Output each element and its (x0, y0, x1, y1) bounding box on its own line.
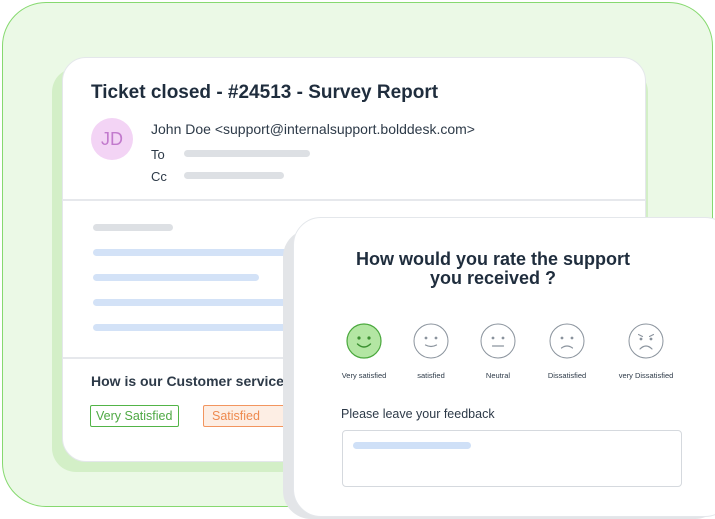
smile-face-icon (413, 323, 449, 359)
feedback-text-placeholder (353, 442, 471, 449)
email-title: Ticket closed - #24513 - Survey Report (91, 82, 439, 103)
sender-address: John Doe <support@internalsupport.boldde… (151, 121, 475, 137)
very-satisfied-option[interactable]: Very Satisfied (90, 405, 179, 427)
body-text-placeholder (93, 274, 259, 281)
survey-question-line2: you received ? (429, 268, 557, 288)
customer-service-question: How is our Customer service ? (91, 373, 297, 389)
rating-label: Dissatisfied (547, 371, 587, 380)
body-text-placeholder (93, 224, 173, 231)
rating-very-satisfied[interactable] (346, 323, 382, 359)
survey-card: How would you rate the support you recei… (293, 217, 715, 517)
rating-very-dissatisfied[interactable] (628, 323, 664, 359)
to-label: To (151, 147, 165, 162)
rating-dissatisfied[interactable] (549, 323, 585, 359)
header-divider (63, 199, 645, 201)
to-recipient-placeholder (184, 150, 310, 157)
rating-satisfied[interactable] (413, 323, 449, 359)
cc-recipient-placeholder (184, 172, 284, 179)
feedback-input[interactable] (342, 430, 682, 487)
rating-label: very Dissatisfied (618, 371, 674, 380)
happy-face-icon (346, 323, 382, 359)
neutral-face-icon (480, 323, 516, 359)
survey-question: How would you rate the support you recei… (294, 250, 692, 288)
cc-label: Cc (151, 169, 167, 184)
survey-question-line1: How would you rate the support (356, 249, 630, 269)
rating-label: Neutral (485, 371, 511, 380)
frown-face-icon (549, 323, 585, 359)
sad-face-icon (628, 323, 664, 359)
avatar: JD (91, 118, 133, 160)
satisfied-option[interactable]: Satisfied (203, 405, 292, 427)
feedback-label: Please leave your feedback (341, 407, 495, 421)
rating-neutral[interactable] (480, 323, 516, 359)
